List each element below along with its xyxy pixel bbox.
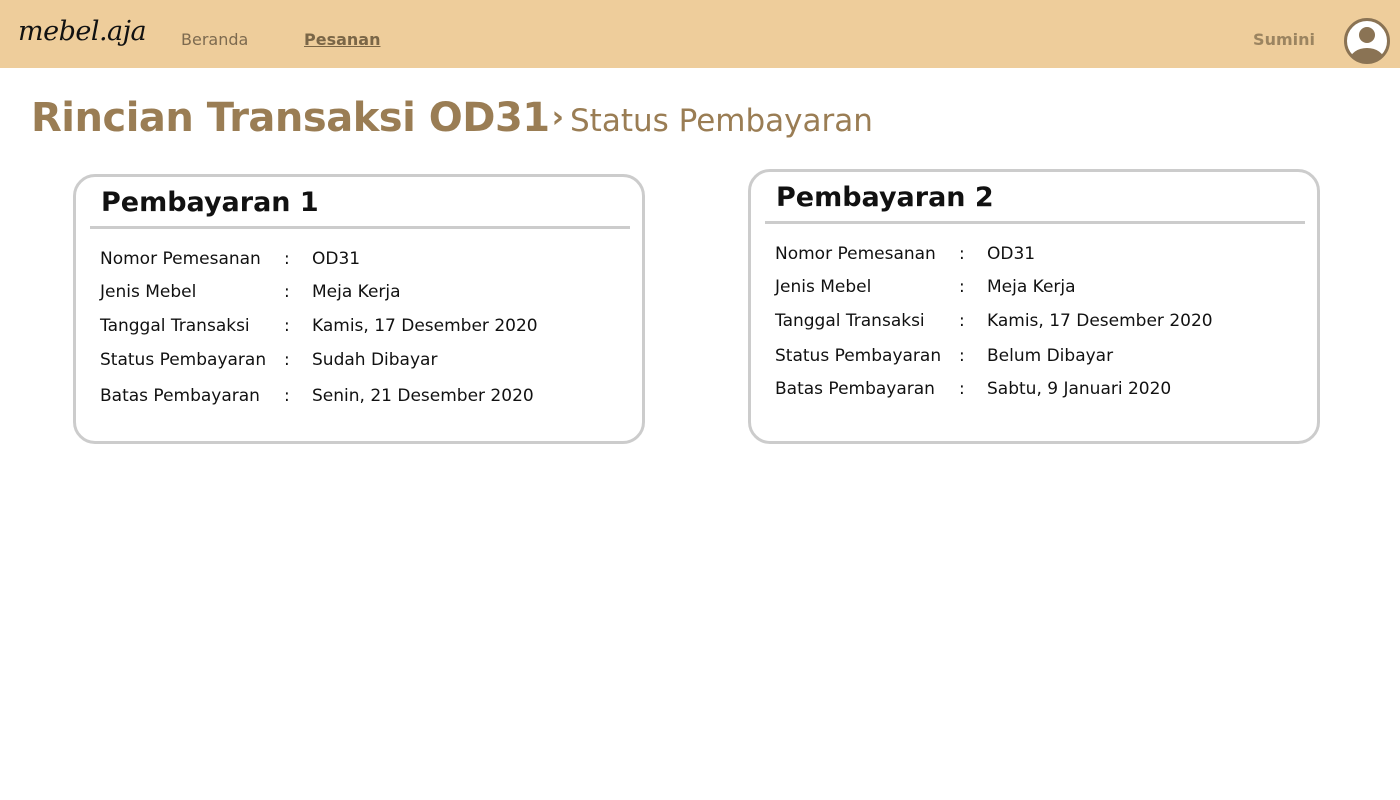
page-heading: Rincian Transaksi OD31› Status Pembayaran — [31, 95, 873, 141]
nav-link-pesanan[interactable]: Pesanan — [304, 30, 380, 49]
page-subtitle: Status Pembayaran — [569, 103, 873, 139]
user-avatar-icon[interactable] — [1344, 18, 1390, 64]
detail-row: Nomor Pemesanan : OD31 — [775, 244, 1295, 270]
row-colon: : — [284, 282, 290, 302]
nav-link-beranda[interactable]: Beranda — [181, 30, 248, 49]
row-colon: : — [284, 350, 290, 370]
detail-row: Status Pembayaran : Belum Dibayar — [775, 346, 1295, 372]
row-colon: : — [959, 379, 965, 399]
row-label: Tanggal Transaksi — [775, 311, 925, 331]
navbar: mebel.aja Beranda Pesanan Sumini — [0, 0, 1400, 68]
detail-row: Jenis Mebel : Meja Kerja — [100, 282, 620, 308]
row-value: Senin, 21 Desember 2020 — [312, 386, 534, 406]
detail-row: Jenis Mebel : Meja Kerja — [775, 277, 1295, 303]
row-colon: : — [959, 244, 965, 264]
row-value: Kamis, 17 Desember 2020 — [987, 311, 1213, 331]
detail-row: Batas Pembayaran : Sabtu, 9 Januari 2020 — [775, 379, 1295, 405]
payment-card-1: Pembayaran 1 Nomor Pemesanan : OD31 Jeni… — [73, 174, 645, 444]
row-value: OD31 — [312, 249, 361, 269]
username[interactable]: Sumini — [1253, 30, 1315, 49]
card-title: Pembayaran 1 — [101, 187, 319, 218]
detail-row: Batas Pembayaran : Senin, 21 Desember 20… — [100, 386, 620, 412]
row-label: Jenis Mebel — [100, 282, 197, 302]
detail-row: Tanggal Transaksi : Kamis, 17 Desember 2… — [775, 311, 1295, 337]
row-value: OD31 — [987, 244, 1036, 264]
row-label: Nomor Pemesanan — [775, 244, 936, 264]
card-title: Pembayaran 2 — [776, 182, 994, 213]
row-label: Status Pembayaran — [100, 350, 267, 370]
row-colon: : — [959, 277, 965, 297]
payment-card-2: Pembayaran 2 Nomor Pemesanan : OD31 Jeni… — [748, 169, 1320, 444]
row-value: Belum Dibayar — [987, 346, 1114, 366]
page-title[interactable]: Rincian Transaksi OD31 — [31, 95, 550, 141]
row-label: Batas Pembayaran — [775, 379, 935, 399]
row-colon: : — [284, 386, 290, 406]
row-colon: : — [959, 346, 965, 366]
row-value: Kamis, 17 Desember 2020 — [312, 316, 538, 336]
detail-row: Nomor Pemesanan : OD31 — [100, 249, 620, 275]
card-divider — [90, 226, 630, 229]
breadcrumb-chevron-icon: › — [551, 100, 564, 135]
detail-row: Status Pembayaran : Sudah Dibayar — [100, 350, 620, 376]
row-label: Batas Pembayaran — [100, 386, 260, 406]
row-label: Jenis Mebel — [775, 277, 872, 297]
card-divider — [765, 221, 1305, 224]
row-colon: : — [284, 316, 290, 336]
row-colon: : — [959, 311, 965, 331]
row-colon: : — [284, 249, 290, 269]
row-label: Nomor Pemesanan — [100, 249, 261, 269]
row-value: Meja Kerja — [987, 277, 1076, 297]
row-value: Sudah Dibayar — [312, 350, 438, 370]
row-label: Tanggal Transaksi — [100, 316, 250, 336]
logo[interactable]: mebel.aja — [18, 16, 147, 47]
detail-row: Tanggal Transaksi : Kamis, 17 Desember 2… — [100, 316, 620, 342]
row-label: Status Pembayaran — [775, 346, 942, 366]
row-value: Meja Kerja — [312, 282, 401, 302]
row-value: Sabtu, 9 Januari 2020 — [987, 379, 1172, 399]
